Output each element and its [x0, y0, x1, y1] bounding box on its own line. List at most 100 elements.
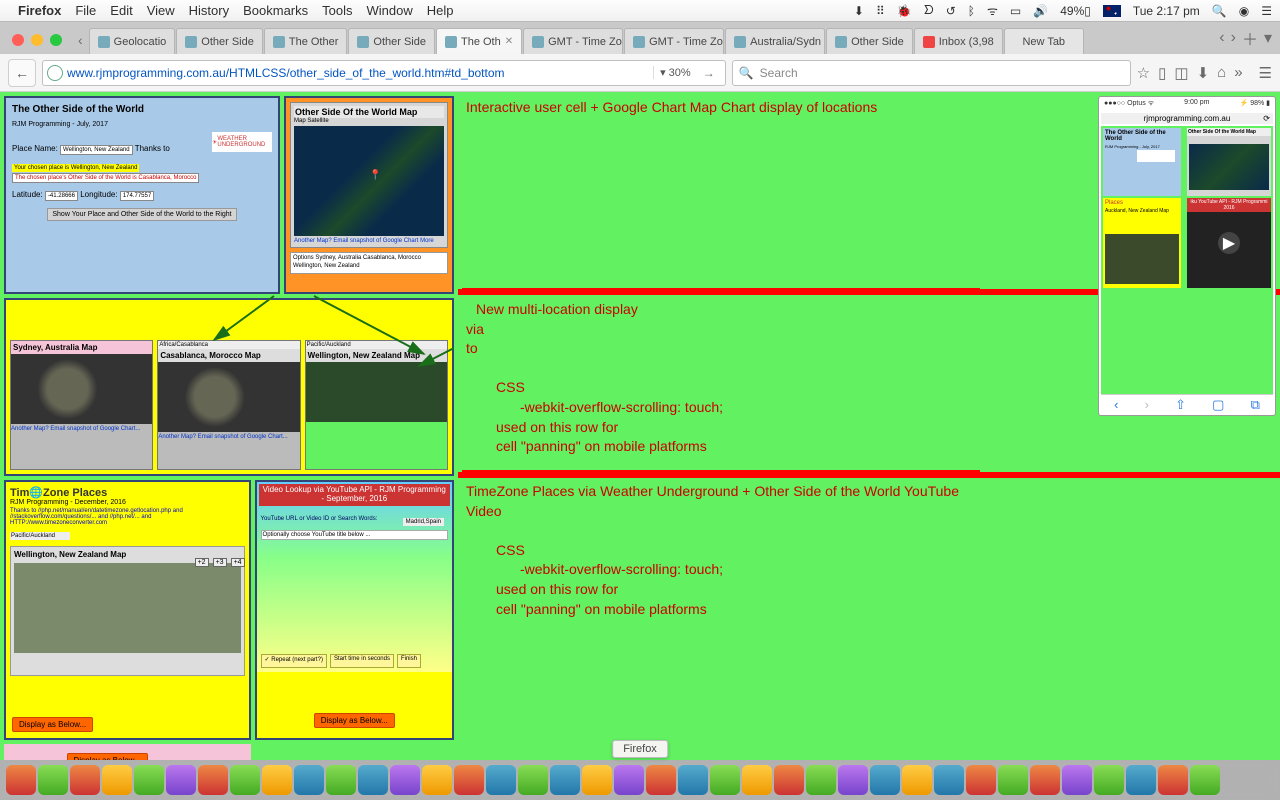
back-button[interactable]: ← [8, 59, 36, 87]
bookmark-star-icon[interactable]: ☆ [1137, 64, 1150, 82]
tab[interactable]: Inbox (3,98 [914, 28, 1003, 54]
menu-history[interactable]: History [189, 3, 229, 18]
dock-app-icon[interactable] [486, 765, 516, 795]
menu-view[interactable]: View [147, 3, 175, 18]
menu-bookmarks[interactable]: Bookmarks [243, 3, 308, 18]
tab[interactable]: GMT - Time Zo [624, 28, 724, 54]
clock[interactable]: Tue 2:17 pm [1133, 4, 1200, 18]
phone-back-icon[interactable]: ‹ [1114, 397, 1118, 412]
dock-app-icon[interactable] [934, 765, 964, 795]
map-links[interactable]: Another Map? Email snapshot of Google Ch… [158, 434, 299, 440]
timezone-cell[interactable]: Tim🌐Zone Places RJM Programming - Decemb… [4, 480, 251, 740]
dock-app-icon[interactable] [678, 765, 708, 795]
world-map[interactable] [294, 126, 444, 236]
row2[interactable]: Sydney, Australia Map Another Map? Email… [4, 298, 454, 476]
wellington-sat[interactable] [306, 362, 447, 422]
tab[interactable]: Geolocatio [89, 28, 176, 54]
overflow-icon[interactable]: » [1234, 64, 1242, 81]
search-bar[interactable]: 🔍 Search [732, 60, 1131, 86]
dock-app-icon[interactable] [38, 765, 68, 795]
siri-icon[interactable]: ◉ [1239, 4, 1249, 18]
dock-app-icon[interactable] [742, 765, 772, 795]
sidebar-back-icon[interactable]: ‹ [72, 32, 89, 54]
home-icon[interactable]: ⌂ [1217, 64, 1226, 81]
bookmarks-icon[interactable]: ◫ [1174, 64, 1188, 82]
input-cell[interactable]: The Other Side of the World RJM Programm… [4, 96, 280, 294]
yt-finish[interactable]: Finish [397, 654, 421, 668]
display-below-button[interactable]: Display as Below... [67, 753, 148, 760]
dock-app-icon[interactable] [102, 765, 132, 795]
youtube-cell[interactable]: Video Lookup via YouTube API - RJM Progr… [255, 480, 454, 740]
dock-app-icon[interactable] [262, 765, 292, 795]
dock-app-icon[interactable] [134, 765, 164, 795]
menu-edit[interactable]: Edit [110, 3, 132, 18]
tab-overflow-icon[interactable]: › [1231, 29, 1236, 47]
dock-app-icon[interactable] [454, 765, 484, 795]
tray-icon[interactable]: ᗤ [924, 3, 934, 18]
sydney-map-card[interactable]: Sydney, Australia Map Another Map? Email… [10, 340, 153, 470]
casablanca-sat[interactable] [158, 362, 299, 432]
tray-icon[interactable]: 🐞 [897, 4, 912, 18]
map-links[interactable]: Another Map? Email snapshot of Google Ch… [11, 426, 152, 432]
menu-tools[interactable]: Tools [322, 3, 352, 18]
tab[interactable]: Other Side [826, 28, 913, 54]
yt-option[interactable]: Optionally choose YouTube title below ..… [261, 530, 448, 540]
new-tab[interactable]: New Tab [1004, 28, 1084, 54]
url-input[interactable] [67, 66, 653, 80]
dock-app-icon[interactable] [1094, 765, 1124, 795]
tray-icon[interactable]: ↺ [946, 4, 956, 18]
phone-bookmarks-icon[interactable]: ▢ [1212, 397, 1224, 413]
new-tab-button[interactable]: ＋ [1242, 26, 1258, 50]
pocket-icon[interactable]: ▯ [1158, 64, 1166, 82]
dock-app-icon[interactable] [326, 765, 356, 795]
tray-icon[interactable]: ⬇ [854, 4, 864, 18]
tab[interactable]: GMT - Time Zo [523, 28, 623, 54]
dock-app-icon[interactable] [1062, 765, 1092, 795]
dock-app-icon[interactable] [966, 765, 996, 795]
dock-app-icon[interactable] [358, 765, 388, 795]
add-col-button[interactable]: +2 [195, 558, 209, 567]
menu-file[interactable]: File [75, 3, 96, 18]
dock-app-icon[interactable] [838, 765, 868, 795]
show-button[interactable]: Show Your Place and Other Side of the Wo… [47, 208, 236, 221]
address-bar[interactable]: ▾ 30% → [42, 60, 726, 86]
volume-icon[interactable]: 🔊 [1033, 4, 1048, 18]
add-col-button[interactable]: +3 [213, 558, 227, 567]
dock-app-icon[interactable] [6, 765, 36, 795]
phone-share-icon[interactable]: ⇧ [1175, 397, 1186, 413]
phone-tabs-icon[interactable]: ⧉ [1251, 397, 1260, 413]
map-links[interactable]: Another Map? Email snapshot of Google Ch… [294, 238, 444, 244]
dock-app-icon[interactable] [902, 765, 932, 795]
dock-app-icon[interactable] [70, 765, 100, 795]
display-below-button[interactable]: Display as Below... [12, 717, 93, 732]
yt-start[interactable]: Start time in seconds [330, 654, 394, 668]
zoom-indicator[interactable]: ▾ 30% [653, 66, 697, 79]
dock-app-icon[interactable] [1190, 765, 1220, 795]
dock-app-icon[interactable] [1126, 765, 1156, 795]
minimize-window-button[interactable] [31, 34, 43, 46]
battery-status[interactable]: 49% ▯ [1060, 4, 1091, 18]
dock-app-icon[interactable] [582, 765, 612, 795]
dock-app-icon[interactable] [550, 765, 580, 795]
add-col-button[interactable]: +4 [231, 558, 245, 567]
yt-search-value[interactable]: Madrid,Spain [403, 518, 444, 526]
downloads-icon[interactable]: ⬇ [1197, 64, 1210, 82]
dock-app-icon[interactable] [422, 765, 452, 795]
tab[interactable]: Other Side [348, 28, 435, 54]
dock-app-icon[interactable] [998, 765, 1028, 795]
tab[interactable]: The Other [264, 28, 348, 54]
wifi-icon[interactable]: ᯤ [987, 2, 998, 19]
tab[interactable]: Other Side [176, 28, 263, 54]
all-tabs-icon[interactable]: ▾ [1264, 28, 1272, 48]
dock-app-icon[interactable] [614, 765, 644, 795]
tab[interactable]: Australia/Sydn [725, 28, 825, 54]
phone-url[interactable]: rjmprogramming.com.au [1101, 113, 1273, 124]
weather-underground-logo[interactable]: ☀ WEATHER UNDERGROUND [212, 132, 272, 152]
location-select[interactable]: Options Sydney, Australia Casablanca, Mo… [290, 252, 448, 274]
close-tab-icon[interactable]: ✕ [505, 36, 513, 47]
zoom-window-button[interactable] [50, 34, 62, 46]
dock-app-icon[interactable] [518, 765, 548, 795]
notification-center-icon[interactable]: ☰ [1261, 4, 1272, 18]
dock-app-icon[interactable] [294, 765, 324, 795]
spotlight-icon[interactable]: 🔍 [1212, 4, 1227, 18]
